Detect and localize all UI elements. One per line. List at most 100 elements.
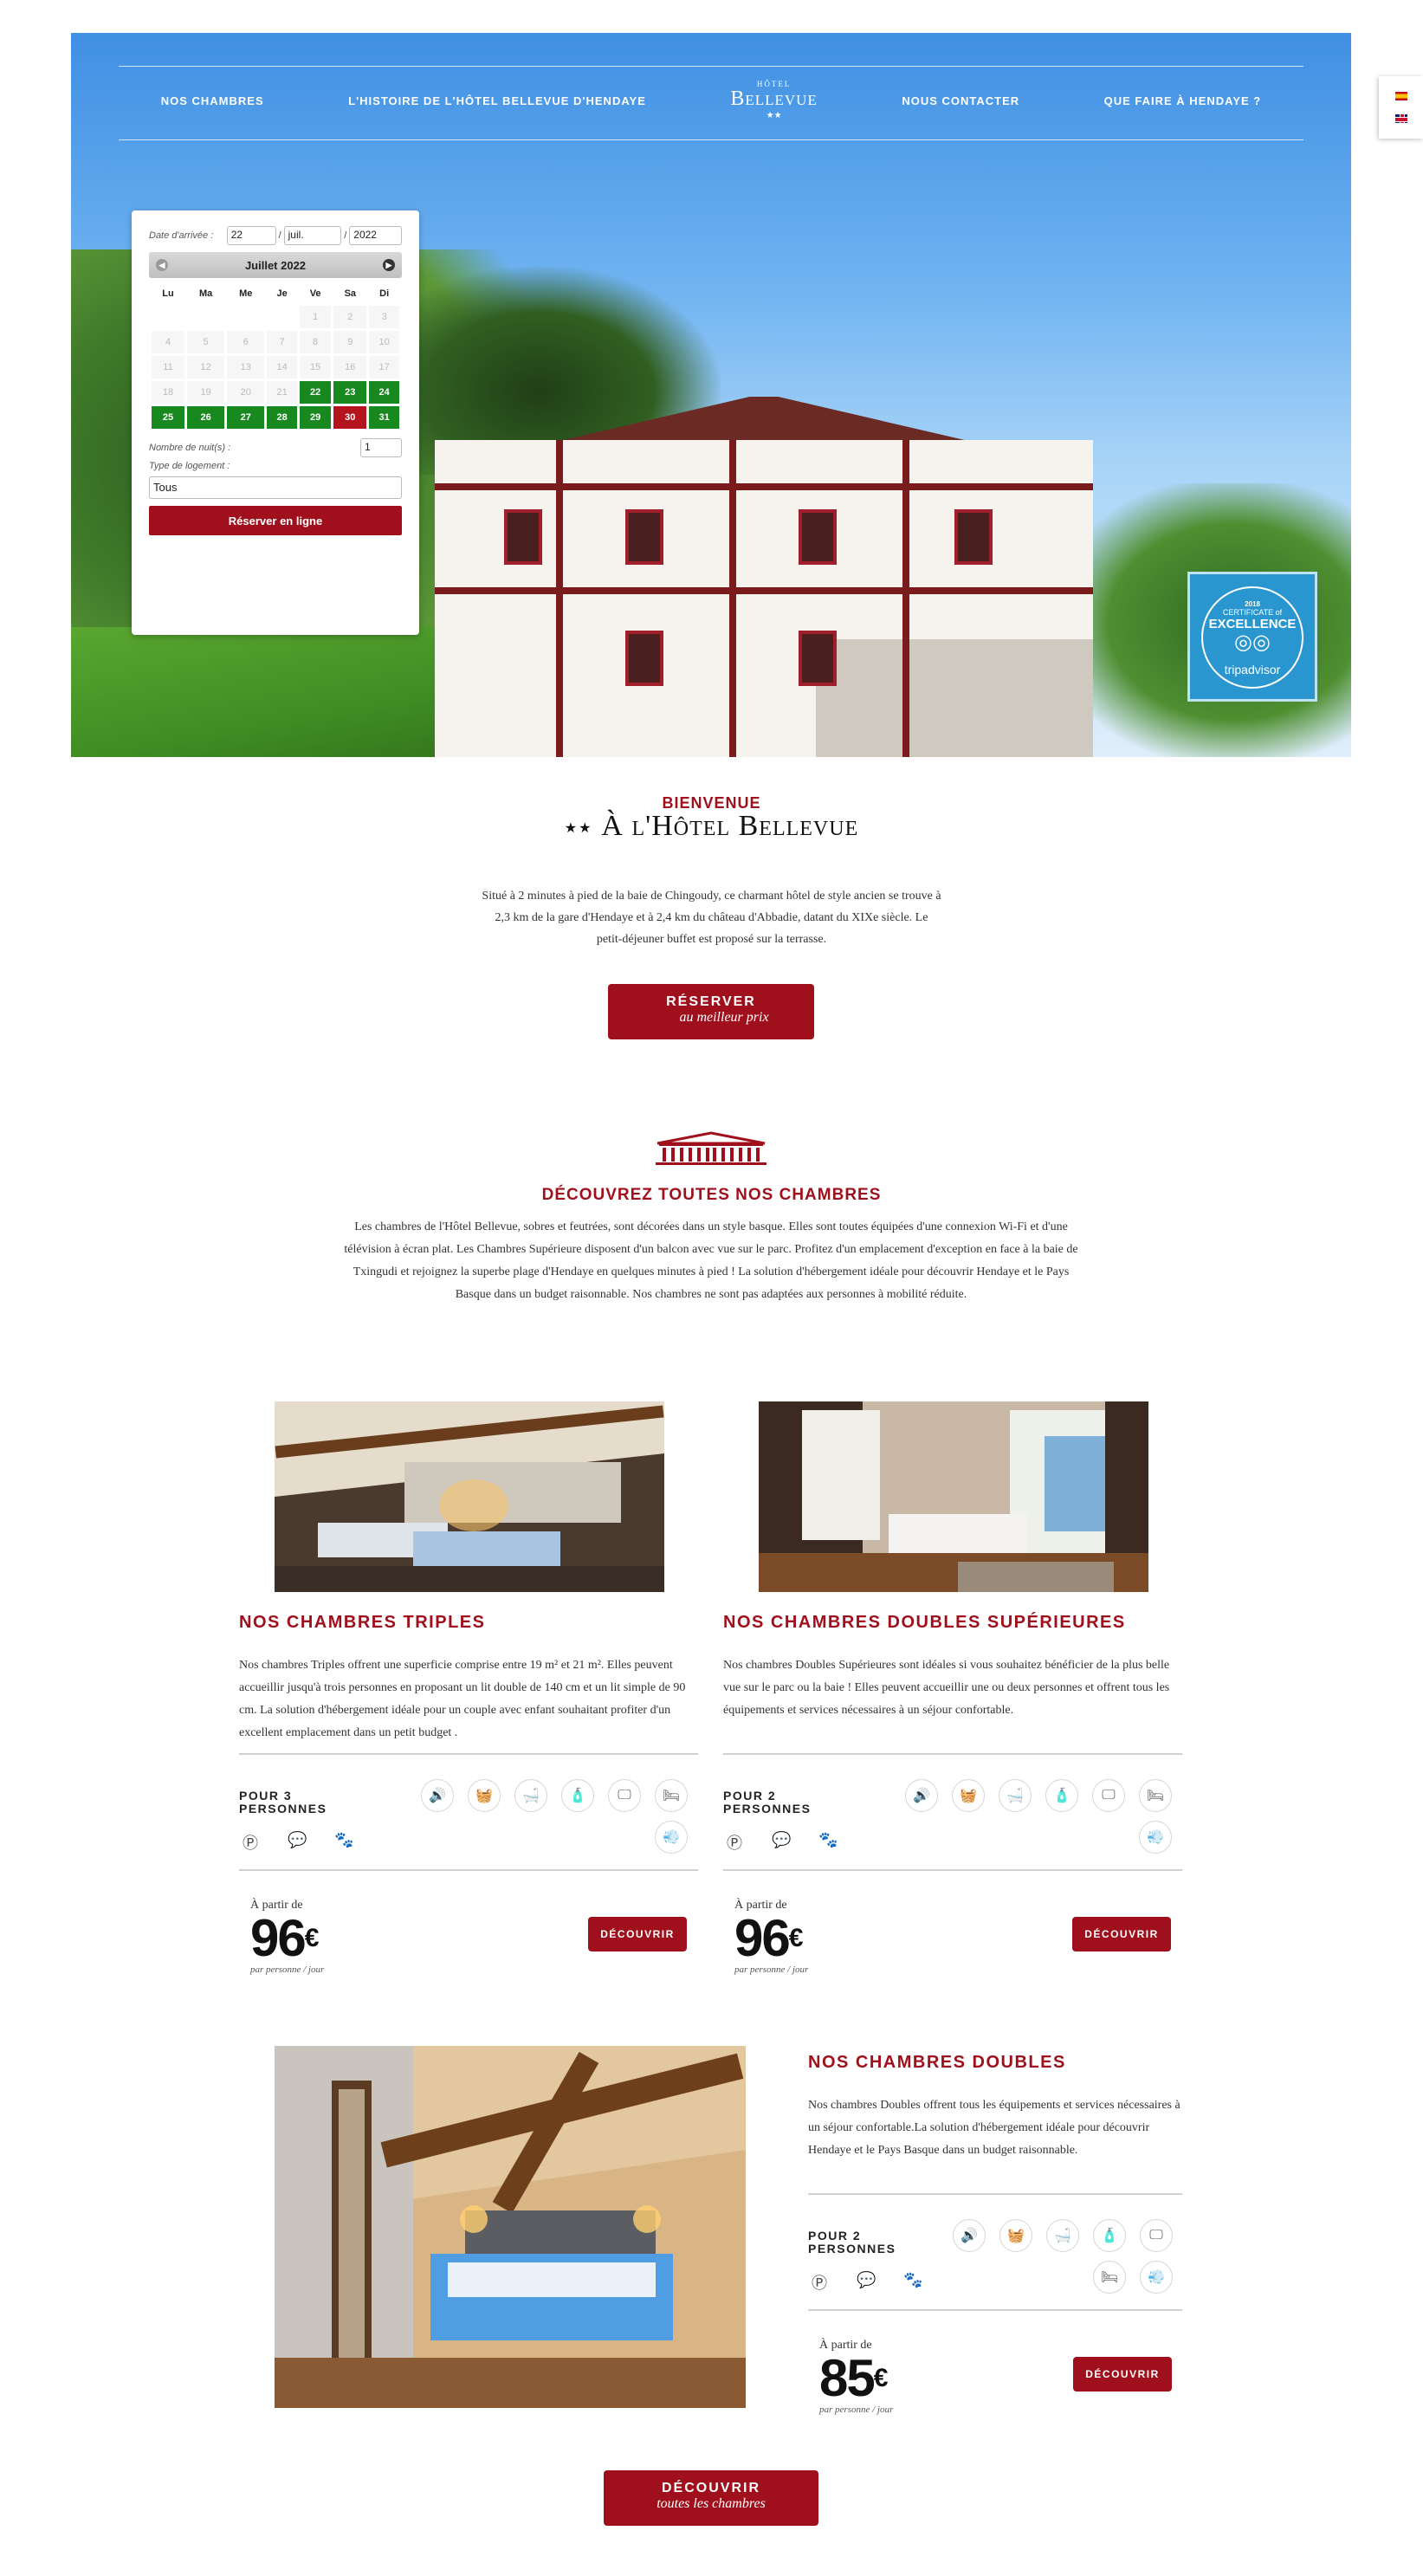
capacity-line1: POUR 2 [723,1789,777,1803]
room-photo-doubles[interactable] [275,2046,746,2408]
weekday-label: Ma [198,288,213,299]
nights-select[interactable]: 1 [360,438,402,457]
timber-beam [902,440,909,757]
pets-icon: 🐾 [818,1831,838,1848]
price-amount: 96 [734,1909,791,1967]
pets-icon: 🐾 [903,2271,923,2288]
logo-name: Bellevue [730,87,818,110]
sound-insulation-icon: 🔊 [421,1779,454,1812]
calendar-day-available[interactable]: 27 [227,406,265,429]
calendar-day-available[interactable]: 26 [187,406,225,429]
window [954,509,993,565]
hairdryer-icon: 💨 [655,1821,688,1854]
discover-all-rooms-button[interactable]: DÉCOUVRIR toutes les chambres [604,2470,818,2526]
calendar-day-disabled: 16 [333,356,367,379]
arrival-date-row: Date d'arrivée : 22 / juil. / 2022 [149,226,402,245]
calendar-day-available[interactable]: 24 [369,381,399,404]
price-value: 85€ [819,2353,893,2404]
parking-icon: Ⓟ [812,2275,827,2292]
book-online-button[interactable]: Réserver en ligne [149,506,402,535]
parking-icon: Ⓟ [243,1835,258,1852]
room-capacity-triples: POUR 3 PERSONNES [239,1790,327,1815]
calendar-day-disabled: 12 [187,356,225,379]
price-per-day: par personne / jour [250,1964,325,1975]
nav-link-rooms[interactable]: NOS CHAMBRES [161,94,264,107]
tv-icon: 🖵 [1140,2219,1173,2252]
next-month-icon[interactable]: ▶ [382,259,395,271]
room-capacity-doubles: POUR 2 PERSONNES [808,2230,896,2256]
arrival-date-label: Date d'arrivée : [149,230,214,241]
capacity-line1: POUR 3 [239,1789,293,1803]
month-select[interactable]: juil. [283,226,342,245]
toiletries-icon: 🧴 [561,1779,594,1812]
services-triples: Ⓟ 💬 🐾 [239,1828,395,1857]
room-photo-triples[interactable] [275,1401,664,1592]
room-title-doubles[interactable]: NOS CHAMBRES DOUBLES [808,2053,1066,2073]
bed-icon: 🛏 [1139,1779,1172,1812]
weekday-label: Lu [162,288,174,299]
calendar-week: 4 5 6 7 8 9 10 [152,331,399,353]
english-flag-icon[interactable] [1394,114,1407,123]
timber-beam [729,440,736,757]
calendar-day-available[interactable]: 31 [369,406,399,429]
spanish-flag-icon[interactable] [1394,92,1407,100]
price-amount: 85 [819,2349,876,2407]
room-title-superior[interactable]: NOS CHAMBRES DOUBLES SUPÉRIEURES [723,1613,1126,1633]
hairdryer-icon: 💨 [1140,2261,1173,2294]
owl-icon: ◎◎ [1234,631,1271,654]
calendar-empty-cell [267,306,297,328]
nights-row: Nombre de nuit(s) : 1 [149,438,402,457]
calendar-day-disabled: 10 [369,331,399,353]
room-type-select[interactable]: Tous [149,476,402,499]
type-row: Type de logement : [149,461,402,471]
year-select[interactable]: 2022 [349,226,402,245]
type-label: Type de logement : [149,461,230,471]
calendar-day-disabled: 19 [187,381,225,404]
price-currency: € [304,1924,320,1952]
weekday-label: Ve [309,288,321,299]
hotel-logo[interactable]: HÔTEL Bellevue ★★ [730,81,817,120]
calendar-empty-cell [187,306,224,328]
calendar-day-disabled: 14 [267,356,297,379]
discover-doubles-button[interactable]: DÉCOUVRIR [1073,2357,1172,2392]
divider [808,2309,1182,2311]
window [625,509,663,565]
calendar-week: 11 12 13 14 15 16 17 [152,356,399,379]
reserve-button-line1: RÉSERVER [666,994,756,1009]
calendar-day-available[interactable]: 22 [299,381,332,404]
main-nav: NOS CHAMBRES L'HISTOIRE DE L'HÔTEL BELLE… [119,64,1303,137]
room-photo-superior[interactable] [759,1401,1148,1592]
room-desc-doubles: Nos chambres Doubles offrent tous les éq… [808,2099,1180,2157]
divider [808,2193,1182,2195]
nav-link-things-to-do[interactable]: QUE FAIRE À HENDAYE ? [1104,94,1262,107]
divider [239,1869,698,1871]
room-price-doubles: À partir de 85€ par personne / jour [819,2339,893,2415]
calendar-day-available[interactable]: 29 [299,406,332,429]
prev-month-icon[interactable]: ◀ [156,259,168,271]
rooms-section-text: Les chambres de l'Hôtel Bellevue, sobres… [344,1220,1078,1301]
reserve-button-line2: au meilleur prix [679,1010,769,1025]
room-price-superior: À partir de 96€ par personne / jour [734,1899,808,1975]
calendar-day-available[interactable]: 23 [333,381,367,404]
calendar-empty-cell [152,306,184,328]
calendar-day-disabled: 3 [369,306,399,328]
reserve-best-price-button[interactable]: RÉSERVER au meilleur prix [608,984,814,1039]
discover-superior-button[interactable]: DÉCOUVRIR [1072,1917,1171,1951]
window [799,509,837,565]
calendar-week: 18 19 20 21 22 23 24 [152,381,399,404]
bed-icon: 🛏 [1093,2261,1126,2294]
tripadvisor-badge[interactable]: 2018 CERTIFICATE of EXCELLENCE ◎◎ tripad… [1187,572,1317,702]
tripadvisor-year: 2018 [1245,600,1260,608]
capacity-line2: PERSONNES [239,1802,327,1815]
room-title-triples[interactable]: NOS CHAMBRES TRIPLES [239,1613,485,1633]
nav-link-contact[interactable]: NOUS CONTACTER [902,94,1019,107]
day-select[interactable]: 22 [226,226,276,245]
room-desc-triples: Nos chambres Triples offrent une superfi… [239,1659,686,1739]
weekday-label: Me [239,288,253,299]
calendar-day-available[interactable]: 25 [152,406,184,429]
calendar-day-available[interactable]: 28 [267,406,297,429]
calendar-day-disabled: 11 [152,356,184,379]
discover-triples-button[interactable]: DÉCOUVRIR [588,1917,687,1951]
calendar-day-disabled: 7 [267,331,297,353]
nav-link-history[interactable]: L'HISTOIRE DE L'HÔTEL BELLEVUE D'HENDAYE [348,94,646,107]
